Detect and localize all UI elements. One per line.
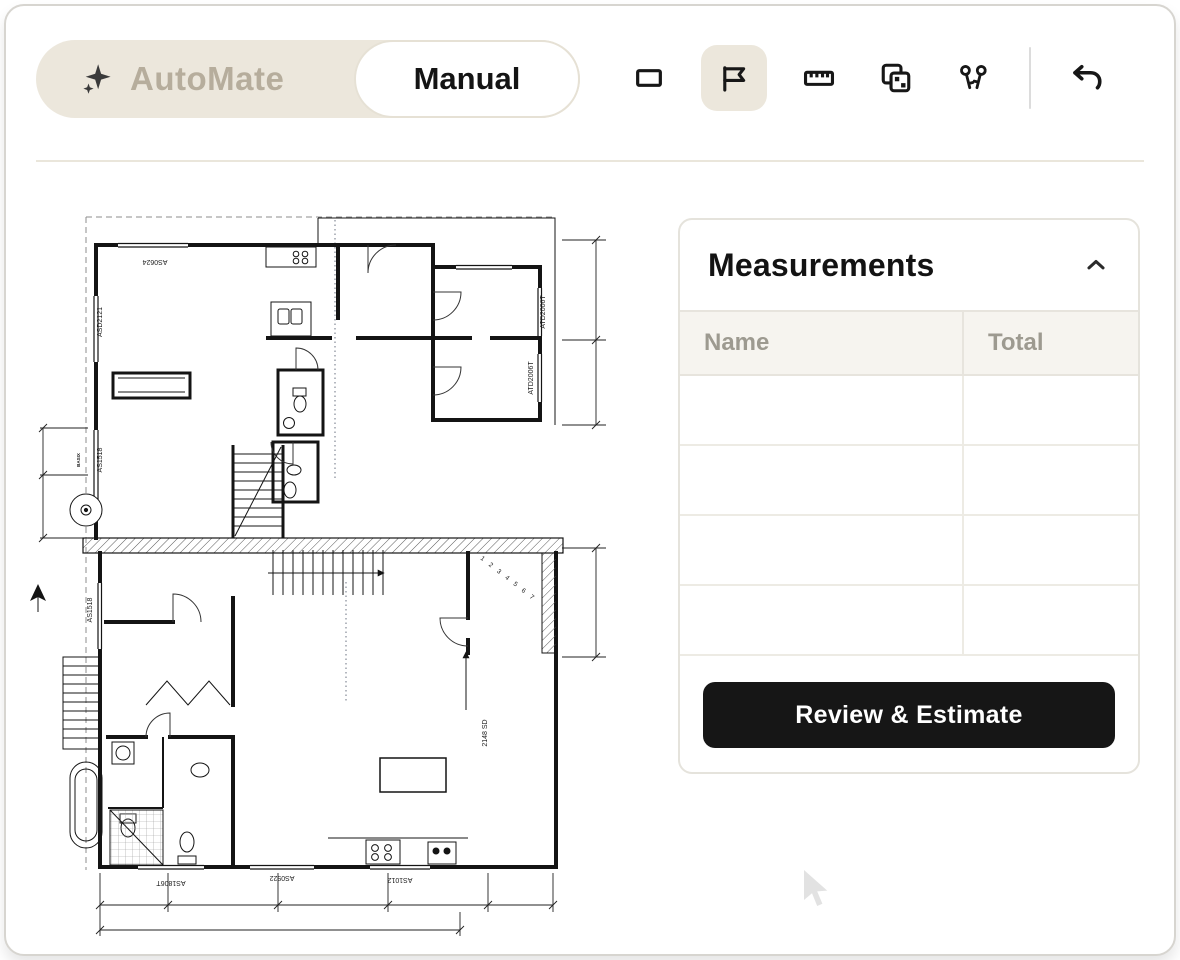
floorplan-drawing: AS0624 ASD2121 AS1518 BASIX ATD2006T ATD…	[30, 216, 606, 936]
window-label: AS1518	[97, 447, 104, 472]
keys-tool-button[interactable]	[948, 53, 998, 103]
duplicate-tool-button[interactable]	[871, 53, 921, 103]
basix-label: BASIX	[76, 453, 81, 467]
stair-numbers: 1 2 3 4 5 6 7	[479, 555, 537, 603]
header-divider	[36, 160, 1144, 162]
window-label: AS0624	[142, 258, 167, 265]
toolbar-divider	[1029, 47, 1031, 109]
north-arrow	[30, 584, 46, 612]
measurements-panel: Measurements Name Total Review & Estimat…	[678, 218, 1140, 774]
measurements-table-body	[680, 376, 1138, 656]
cell-name	[680, 586, 964, 654]
ruler-tool-button[interactable]	[794, 53, 844, 103]
cell-total	[964, 376, 1138, 444]
cell-name	[680, 446, 964, 514]
cell-total	[964, 446, 1138, 514]
mode-toggle: AutoMate Manual	[36, 40, 580, 118]
collapse-panel-button[interactable]	[1082, 251, 1110, 279]
door-label: 2148 SD	[482, 719, 489, 746]
rectangle-tool-button[interactable]	[624, 53, 674, 103]
floorplan-canvas[interactable]: AS0624 ASD2121 AS1518 BASIX ATD2006T ATD…	[28, 170, 648, 960]
panel-title: Measurements	[708, 246, 935, 283]
window-label: AS1806T	[156, 879, 186, 886]
window-label: AS1012	[387, 876, 412, 883]
manual-label: Manual	[413, 61, 521, 96]
table-row	[680, 586, 1138, 656]
table-row	[680, 446, 1138, 516]
cell-name	[680, 516, 964, 584]
table-row	[680, 376, 1138, 446]
ruler-tool-icon	[803, 70, 835, 86]
window-label: AS0922	[269, 874, 294, 881]
windows	[92, 241, 544, 871]
window-label: ASD2121	[97, 307, 104, 337]
window-label: ATD2006T	[528, 361, 535, 395]
column-header-total: Total	[987, 329, 1044, 356]
cell-total	[964, 516, 1138, 584]
table-row	[680, 516, 1138, 586]
upper-stairs	[233, 446, 283, 537]
undo-icon	[1073, 64, 1102, 90]
measurements-panel-header: Measurements	[680, 220, 1138, 310]
window-label: AS1518	[87, 597, 94, 622]
flag-tool-icon	[723, 66, 746, 92]
door-swings	[145, 244, 469, 738]
lower-stairs	[268, 550, 470, 710]
undo-button[interactable]	[1062, 53, 1112, 103]
closet-shelf-lines	[118, 377, 185, 393]
chevron-up-icon	[1087, 259, 1105, 270]
sparkles-icon	[83, 64, 111, 94]
duplicate-tool-icon	[881, 63, 911, 93]
upper-floor-partitions	[111, 368, 325, 538]
rectangle-tool-icon	[636, 69, 662, 87]
mode-manual-button[interactable]: Manual	[354, 40, 580, 118]
review-estimate-button[interactable]: Review & Estimate	[703, 682, 1115, 748]
automate-label: AutoMate	[130, 60, 285, 97]
floorplan-labels: AS0624 ASD2121 AS1518 BASIX ATD2006T ATD…	[76, 258, 547, 886]
cell-name	[680, 376, 964, 444]
bifold-closet-doors	[145, 680, 231, 706]
measurements-table-header: Name Total	[680, 310, 1138, 376]
column-header-name: Name	[680, 312, 964, 374]
flag-tool-button[interactable]	[701, 45, 767, 111]
toolbar	[624, 42, 1112, 114]
lower-floor-walls	[98, 551, 558, 869]
garage-wall-hatch	[541, 552, 557, 654]
lower-floor-partitions	[108, 737, 164, 809]
keys-tool-icon	[960, 65, 987, 90]
window-label: ATD2006T	[540, 295, 547, 329]
cell-total	[964, 586, 1138, 654]
roof-outline	[317, 217, 556, 425]
cursor-arrow	[804, 870, 828, 906]
